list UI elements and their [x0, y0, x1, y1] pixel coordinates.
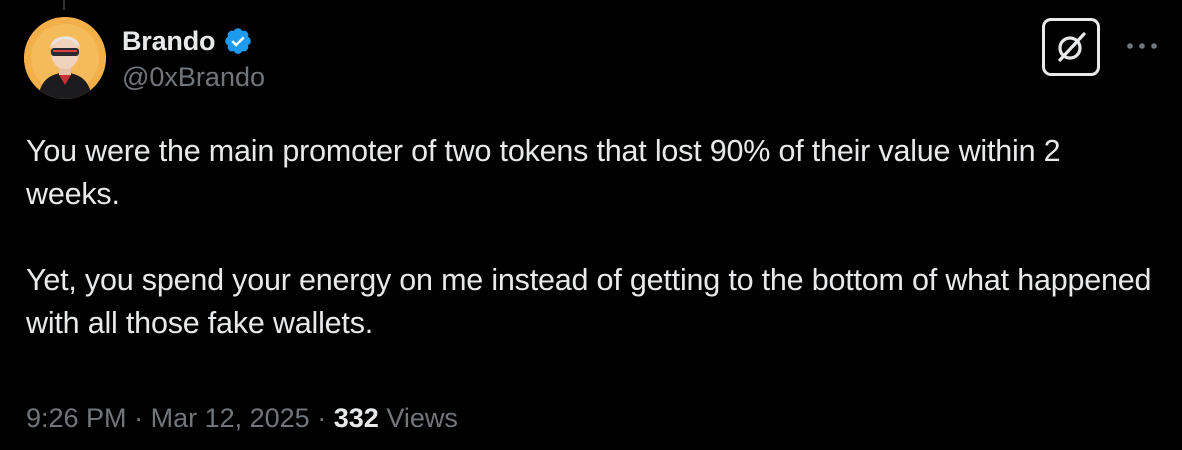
views-label[interactable]: Views: [386, 403, 458, 434]
tweet-paragraph: You were the main promoter of two tokens…: [26, 134, 1061, 211]
views-count[interactable]: 332: [334, 403, 379, 434]
tweet-time[interactable]: 9:26 PM: [26, 403, 127, 434]
author-name-row[interactable]: Brando: [122, 24, 253, 58]
meta-separator: ·: [134, 402, 144, 433]
author-display-name[interactable]: Brando: [122, 26, 216, 57]
tweet-paragraph: Yet, you spend your energy on me instead…: [26, 263, 1152, 340]
more-options-button[interactable]: [1122, 26, 1162, 66]
avatar-image: [24, 17, 106, 99]
grok-button[interactable]: [1042, 18, 1100, 76]
verified-badge-icon: [225, 28, 252, 54]
tweet-metadata: 9:26 PM · Mar 12, 2025 · 332 Views: [26, 398, 458, 438]
grok-icon: [1058, 32, 1086, 62]
meta-separator: ·: [317, 402, 327, 433]
thread-connector-line: [63, 0, 65, 10]
author-handle[interactable]: @0xBrando: [122, 62, 265, 93]
tweet-text: You were the main promoter of two tokens…: [26, 130, 1156, 345]
tweet-date[interactable]: Mar 12, 2025: [151, 403, 310, 434]
more-horizontal-icon: [1127, 43, 1157, 49]
avatar[interactable]: [24, 17, 106, 99]
